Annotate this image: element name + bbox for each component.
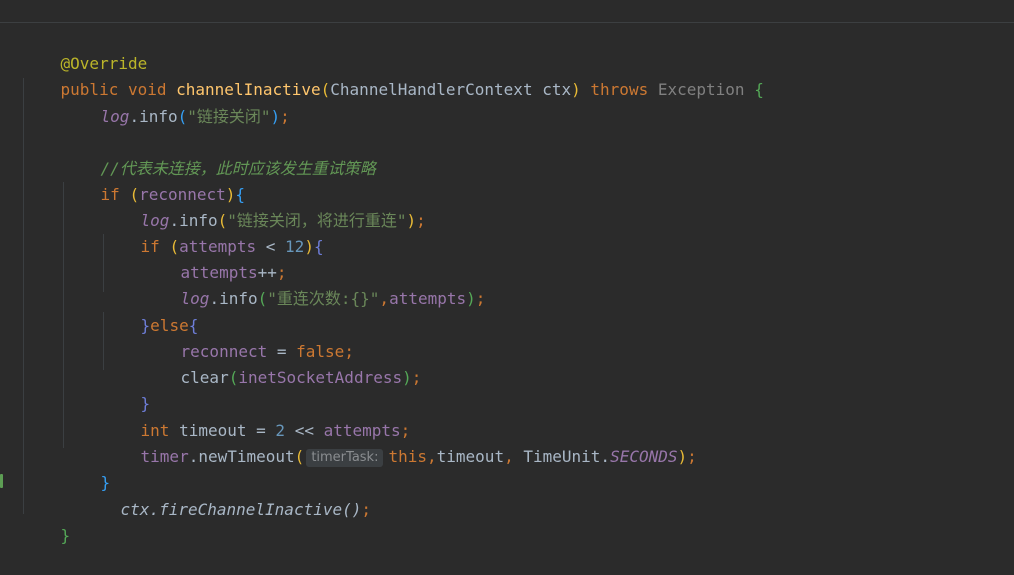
new-timeout-call: newTimeout bbox=[198, 447, 295, 466]
info-call: info bbox=[219, 289, 258, 308]
keyword-throws: throws bbox=[590, 80, 649, 99]
fire-inactive-call: fireChannelInactive bbox=[159, 500, 343, 519]
log-field: log bbox=[100, 107, 130, 126]
code-line-2[interactable]: public void channelInactive(ChannelHandl… bbox=[22, 51, 764, 99]
code-line-1[interactable]: @Override bbox=[22, 25, 148, 73]
ctx-param: ctx bbox=[120, 500, 150, 519]
info-call: info bbox=[139, 107, 178, 126]
keyword-this: this bbox=[388, 447, 427, 466]
code-editor[interactable]: @Override public void channelInactive(Ch… bbox=[0, 0, 1014, 545]
time-unit-class: TimeUnit bbox=[523, 447, 601, 466]
param-type: ChannelHandlerContext bbox=[330, 80, 533, 99]
parameter-hint: timerTask: bbox=[306, 449, 384, 467]
code-line-16[interactable]: timer.newTimeout(timerTask: this,timeout,… bbox=[102, 418, 697, 467]
exception-type: Exception bbox=[657, 80, 745, 99]
code-line-13[interactable]: clear(inetSocketAddress); bbox=[142, 339, 422, 387]
code-line-9[interactable]: attempts++; bbox=[142, 234, 287, 282]
code-line-11[interactable]: }else{ bbox=[102, 287, 199, 335]
code-line-7[interactable]: log.info("链接关闭，将进行重连"); bbox=[102, 182, 426, 230]
code-line-8[interactable]: if (attempts < 12){ bbox=[102, 208, 324, 256]
code-line-10[interactable]: log.info("重连次数:{}",attempts); bbox=[142, 260, 486, 308]
code-line-6[interactable]: if (reconnect){ bbox=[62, 156, 246, 204]
number-literal: 12 bbox=[285, 237, 305, 256]
code-line-3[interactable]: log.info("链接关闭"); bbox=[62, 78, 290, 126]
change-marker[interactable] bbox=[0, 474, 3, 488]
timer-field: timer bbox=[140, 447, 189, 466]
string-literal: "重连次数:{}" bbox=[267, 289, 380, 308]
code-line-5[interactable]: //代表未连接，此时应该发生重试策略 bbox=[62, 130, 376, 178]
param-name: ctx bbox=[542, 80, 572, 99]
code-line-14[interactable]: } bbox=[102, 365, 151, 413]
code-line-15[interactable]: int timeout = 2 << attempts; bbox=[102, 392, 411, 440]
code-line-18[interactable]: ctx.fireChannelInactive(); bbox=[82, 471, 371, 519]
editor-top-border bbox=[0, 22, 1014, 23]
attempts-field: attempts bbox=[389, 289, 467, 308]
timeout-var: timeout bbox=[436, 447, 505, 466]
seconds-constant: SECONDS bbox=[610, 447, 678, 466]
string-literal: "链接关闭" bbox=[187, 107, 271, 126]
clear-call: clear bbox=[180, 368, 229, 387]
code-line-19[interactable]: } bbox=[22, 497, 71, 545]
code-line-17[interactable]: } bbox=[62, 444, 111, 492]
code-line-12[interactable]: reconnect = false; bbox=[142, 313, 354, 361]
inet-address-field: inetSocketAddress bbox=[238, 368, 403, 387]
indent-guide bbox=[23, 78, 24, 514]
